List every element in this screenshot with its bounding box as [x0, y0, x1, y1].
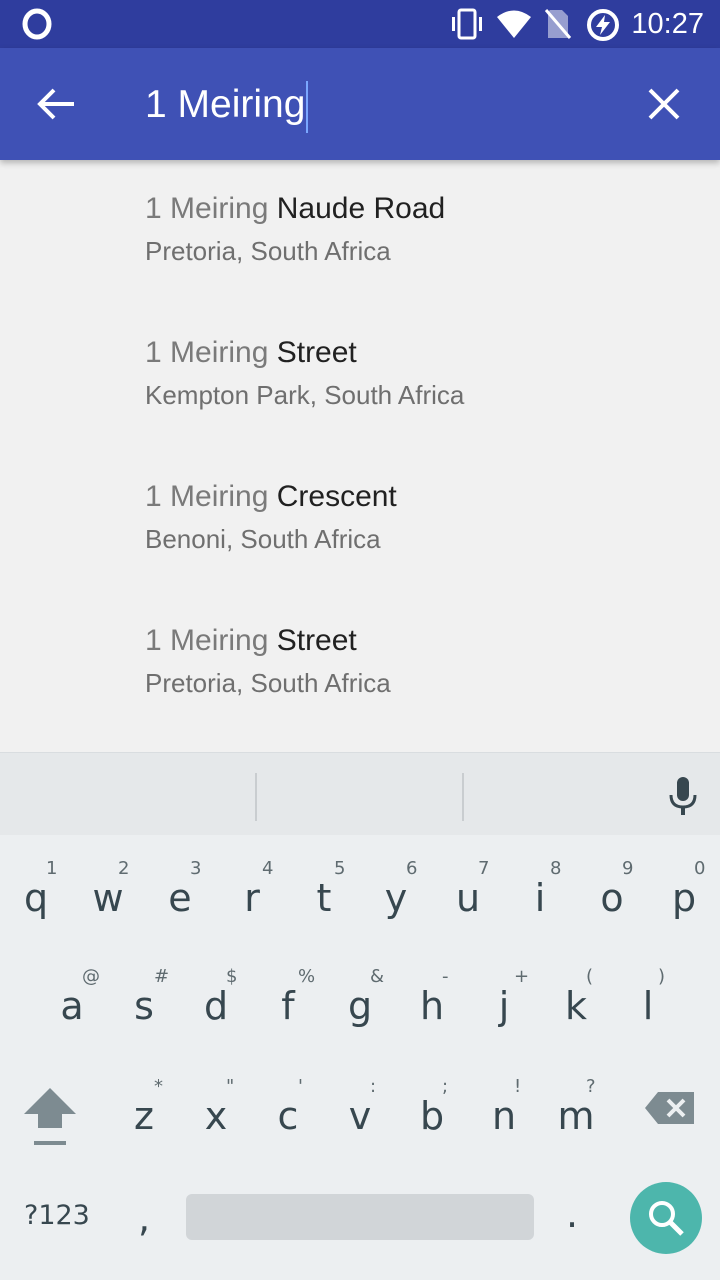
suggestion-match-text: 1 Meiring: [145, 192, 269, 225]
clock: 10:27: [631, 8, 704, 40]
key-label: b: [419, 1094, 445, 1138]
key-label: p: [671, 876, 697, 920]
key-q[interactable]: 1q: [0, 846, 72, 946]
key-w[interactable]: 2w: [72, 846, 144, 946]
suggestion-match-text: 1 Meiring: [145, 480, 269, 513]
search-bar: 1 Meiring: [0, 48, 720, 160]
status-bar: 10:27: [0, 0, 720, 48]
suggestion-secondary: Kempton Park, South Africa: [145, 380, 465, 410]
suggestion-list: 1 Meiring Naude Road Pretoria, South Afr…: [0, 160, 720, 752]
suggestion-match-text: 1 Meiring: [145, 336, 269, 369]
suggestion-primary: 1 Meiring Street: [145, 624, 357, 658]
key-label: s: [134, 984, 154, 1028]
backspace-icon[interactable]: [644, 1090, 696, 1126]
vibrate-icon: [452, 8, 482, 40]
key-label: g: [347, 984, 373, 1028]
arrow-back-icon[interactable]: [34, 86, 78, 122]
search-input[interactable]: 1 Meiring: [145, 78, 309, 133]
suggestion-rest-text: Naude Road: [268, 192, 446, 225]
key-g[interactable]: & g: [324, 954, 396, 1054]
key-c[interactable]: ' c: [252, 1064, 324, 1164]
battery-charging-icon: [587, 9, 619, 41]
key-label: z: [134, 1094, 154, 1138]
key-r[interactable]: 4r: [216, 846, 288, 946]
key-label: y: [384, 876, 408, 920]
key-label: c: [277, 1094, 299, 1138]
key-d[interactable]: $ d: [180, 954, 252, 1054]
suggestion-rest-text: Street: [268, 336, 357, 369]
key-label: d: [203, 984, 229, 1028]
suggestion-match-text: 1 Meiring: [145, 624, 269, 657]
key-label: k: [564, 984, 587, 1028]
suggestion-item[interactable]: 1 Meiring Crescent Benoni, South Africa: [0, 448, 720, 592]
key-l[interactable]: ) l: [612, 954, 684, 1054]
key-z[interactable]: * z: [108, 1064, 180, 1164]
suggestion-rest-text: Crescent: [268, 480, 397, 513]
space-bar[interactable]: [186, 1194, 534, 1240]
key-k[interactable]: (k: [540, 954, 612, 1054]
opera-icon: [22, 8, 52, 40]
key-label: q: [23, 876, 49, 920]
key-u[interactable]: 7u: [432, 846, 504, 946]
suggestion-primary: 1 Meiring Crescent: [145, 480, 397, 514]
key-label: u: [455, 876, 481, 920]
suggestion-secondary: Pretoria, South Africa: [145, 668, 391, 698]
key-label: n: [491, 1094, 517, 1138]
suggestion-primary: 1 Meiring Street: [145, 336, 357, 370]
suggestion-divider: [462, 773, 464, 821]
key-v[interactable]: :v: [324, 1064, 396, 1164]
search-input-text: 1 Meiring: [145, 83, 306, 126]
suggestion-secondary: Pretoria, South Africa: [145, 236, 391, 266]
key-label: h: [419, 984, 445, 1028]
key-f[interactable]: % f: [252, 954, 324, 1054]
key-label: w: [92, 876, 124, 920]
key-label: a: [60, 984, 84, 1028]
key-label: o: [600, 876, 624, 920]
suggestion-secondary: Benoni, South Africa: [145, 524, 381, 554]
search-key[interactable]: [630, 1182, 702, 1254]
comma-key[interactable]: ,: [138, 1196, 150, 1240]
key-t[interactable]: 5t: [288, 846, 360, 946]
key-e[interactable]: 3e: [144, 846, 216, 946]
wifi-icon: [497, 10, 531, 38]
no-sim-icon: [544, 9, 572, 39]
shift-icon[interactable]: [22, 1086, 78, 1148]
key-label: v: [348, 1094, 372, 1138]
key-o[interactable]: 9o: [576, 846, 648, 946]
key-label: r: [244, 876, 260, 920]
key-label: x: [204, 1094, 228, 1138]
key-label: e: [168, 876, 192, 920]
key-label: j: [498, 984, 510, 1028]
key-y[interactable]: 6y: [360, 846, 432, 946]
keyboard-suggestion-strip: [0, 753, 720, 835]
key-label: i: [534, 876, 546, 920]
key-p[interactable]: 0p: [648, 846, 720, 946]
key-h[interactable]: -h: [396, 954, 468, 1054]
key-a[interactable]: @ a: [36, 954, 108, 1054]
microphone-icon[interactable]: [666, 775, 700, 817]
close-icon[interactable]: [644, 84, 684, 124]
suggestion-item[interactable]: 1 Meiring Street Pretoria, South Africa: [0, 592, 720, 736]
suggestion-rest-text: Street: [268, 624, 357, 657]
key-label: f: [281, 984, 295, 1028]
key-m[interactable]: ? m: [540, 1064, 612, 1164]
period-key[interactable]: .: [566, 1192, 578, 1236]
key-label: l: [642, 984, 654, 1028]
suggestion-primary: 1 Meiring Naude Road: [145, 192, 445, 226]
key-x[interactable]: " x: [180, 1064, 252, 1164]
text-cursor: [306, 80, 309, 133]
suggestion-divider: [255, 773, 257, 821]
key-n[interactable]: ! n: [468, 1064, 540, 1164]
search-icon: [649, 1201, 684, 1236]
suggestion-item[interactable]: 1 Meiring Naude Road Pretoria, South Afr…: [0, 160, 720, 304]
key-label: m: [557, 1094, 595, 1138]
suggestion-item[interactable]: 1 Meiring Street Kempton Park, South Afr…: [0, 304, 720, 448]
symbols-key[interactable]: ?123: [24, 1200, 90, 1231]
key-b[interactable]: ; b: [396, 1064, 468, 1164]
key-s[interactable]: # s: [108, 954, 180, 1054]
key-i[interactable]: 8i: [504, 846, 576, 946]
key-j[interactable]: + j: [468, 954, 540, 1054]
key-label: t: [316, 876, 332, 920]
